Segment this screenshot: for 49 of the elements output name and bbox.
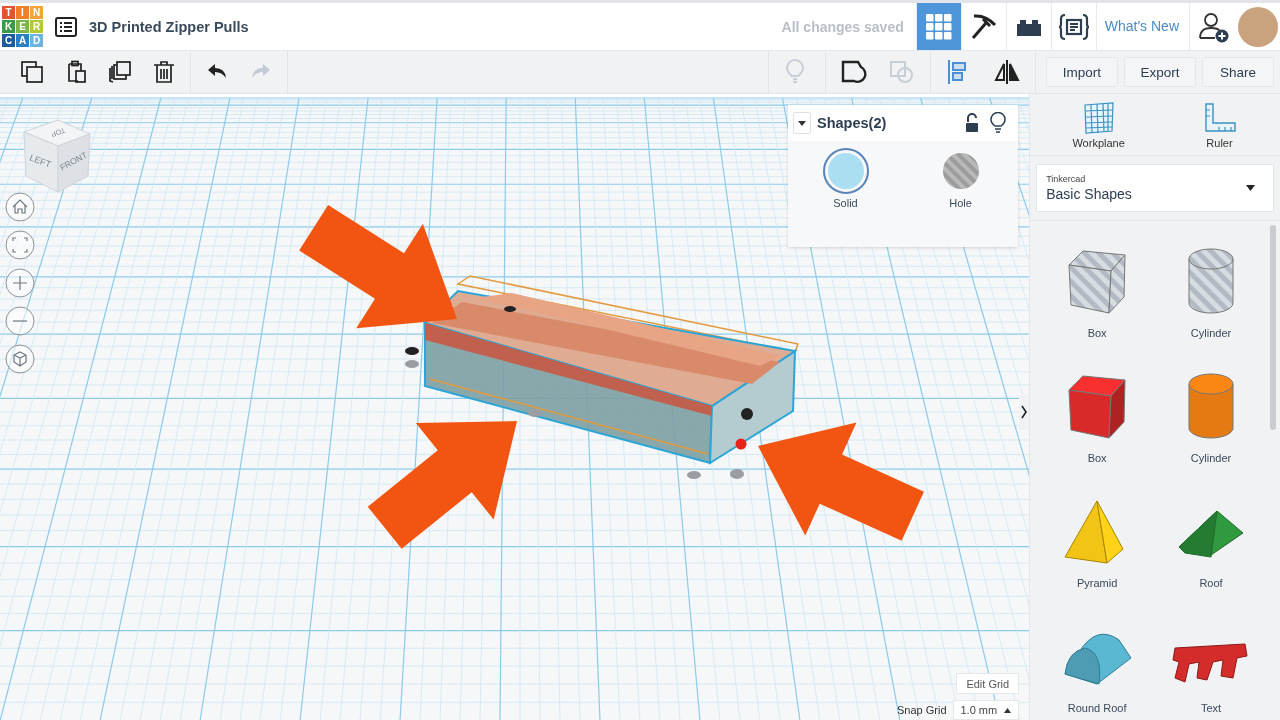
grid-plane-icon <box>1081 102 1116 134</box>
tinkercad-logo[interactable]: T I N K E R C A D <box>2 6 43 47</box>
toolbar-button[interactable]: Share <box>1202 57 1274 87</box>
box-shape-item[interactable]: Box <box>1040 368 1155 473</box>
delete-icon[interactable] <box>152 60 176 84</box>
ruler-icon <box>1202 102 1237 134</box>
unlocked-padlock-icon[interactable] <box>964 113 980 133</box>
pickaxe-icon <box>969 12 998 41</box>
arrow-icon <box>299 204 457 329</box>
copy-icon[interactable] <box>20 60 44 84</box>
duplicate-icon[interactable] <box>108 60 132 84</box>
collapse-button[interactable] <box>793 112 811 134</box>
ortho-button[interactable] <box>5 344 35 374</box>
snap-grid-dropdown[interactable]: 1.0 mm <box>952 700 1020 720</box>
cylinder-shape-item[interactable]: Cylinder <box>1154 243 1268 348</box>
toolbar-button[interactable]: Export <box>1124 57 1196 87</box>
code-braces-icon <box>1057 12 1090 41</box>
caret-icon <box>1246 185 1255 191</box>
snap-grid-label: Snap Grid <box>896 704 947 716</box>
ruler-tool[interactable]: Ruler <box>1179 102 1260 149</box>
mirror-icon[interactable] <box>993 59 1021 85</box>
design-title[interactable]: 3D Printed Zipper Pulls <box>89 18 249 35</box>
lightbulb-icon[interactable] <box>990 112 1006 134</box>
cube-face-label: LEFT <box>28 152 53 170</box>
zoom-in-button[interactable] <box>5 268 35 298</box>
arrow-icon <box>758 422 924 541</box>
caret-icon <box>798 120 806 126</box>
hole-mode-option[interactable]: Hole <box>936 147 985 209</box>
save-status: All changes saved <box>781 18 904 35</box>
box-shape-item[interactable]: Box <box>1040 243 1155 348</box>
workplane-tool[interactable]: Workplane <box>1058 102 1139 149</box>
text-shape-item[interactable]: Text <box>1154 618 1268 720</box>
add-user-icon[interactable] <box>1198 10 1230 43</box>
round-roof-shape-item[interactable]: Round Roof <box>1040 618 1155 720</box>
home-button[interactable] <box>5 192 35 222</box>
grid-icon <box>925 13 952 40</box>
pyramid-shape-item[interactable]: Pyramid <box>1040 493 1155 598</box>
arrow-icon <box>367 421 517 549</box>
cylinder-shape-item[interactable]: Cylinder <box>1154 368 1268 473</box>
fit-button[interactable] <box>5 230 35 260</box>
group-icon[interactable] <box>840 59 868 85</box>
edit-grid-button[interactable]: Edit Grid <box>956 673 1020 694</box>
toolbar-button[interactable]: Import <box>1046 57 1118 87</box>
chevron-icon[interactable] <box>1019 394 1030 430</box>
roof-shape-item[interactable]: Roof <box>1154 493 1268 598</box>
list-icon[interactable] <box>55 16 77 37</box>
inspector-title: Shapes(2) <box>817 115 887 131</box>
caret-icon <box>1004 707 1012 713</box>
shape-library-dropdown[interactable]: Tinkercad Basic Shapes <box>1036 164 1274 212</box>
